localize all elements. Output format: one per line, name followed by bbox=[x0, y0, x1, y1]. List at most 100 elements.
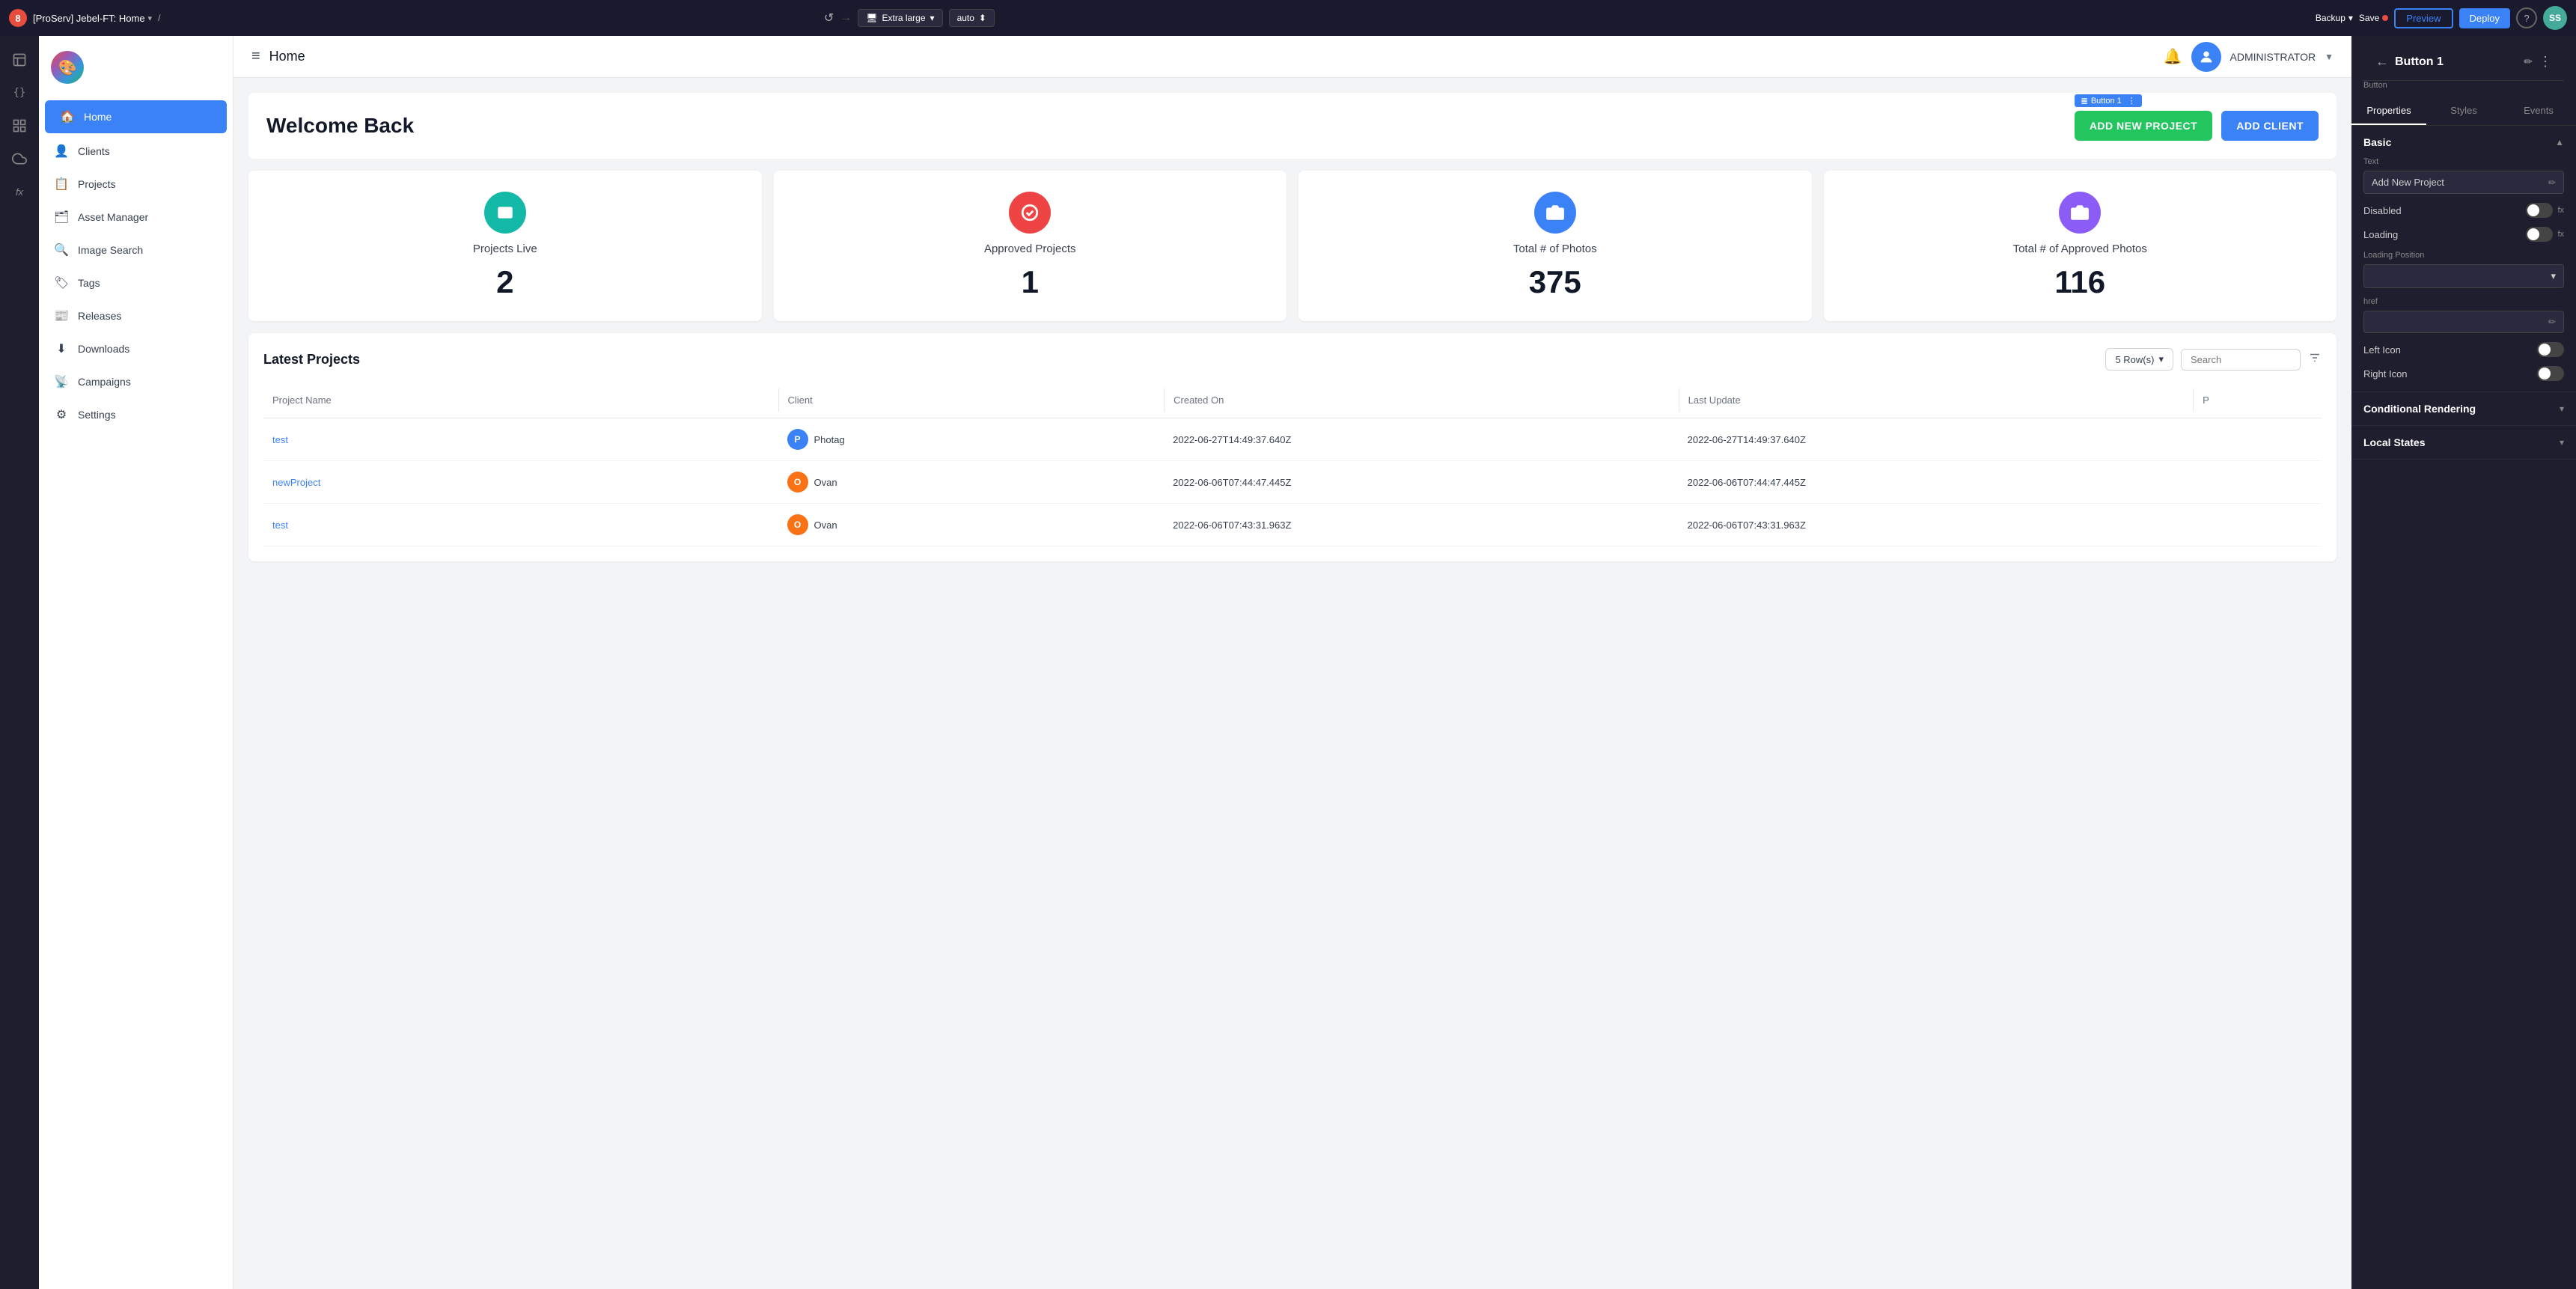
href-input[interactable]: ✏ bbox=[2363, 311, 2564, 333]
redo-button[interactable]: → bbox=[840, 11, 852, 25]
table-controls: 5 Row(s) ▾ bbox=[2105, 348, 2322, 371]
project-name-cell-1[interactable]: test bbox=[263, 427, 778, 453]
nav-item-campaigns-label: Campaigns bbox=[78, 376, 131, 388]
client-name-1: Photag bbox=[814, 434, 845, 445]
tab-events[interactable]: Events bbox=[2501, 97, 2576, 125]
project-name-cell-3[interactable]: test bbox=[263, 512, 778, 538]
content-topnav-right: 🔔 ADMINISTRATOR ▼ bbox=[2164, 42, 2334, 72]
tab-properties[interactable]: Properties bbox=[2351, 97, 2426, 125]
save-button[interactable]: Save bbox=[2359, 13, 2388, 23]
nav-item-releases[interactable]: 📰 Releases bbox=[39, 299, 233, 332]
help-button[interactable]: ? bbox=[2516, 7, 2537, 28]
nav-item-home[interactable]: 🏠 Home bbox=[45, 100, 227, 133]
nav-item-settings-label: Settings bbox=[78, 409, 116, 421]
text-field-edit-icon[interactable]: ✏ bbox=[2548, 177, 2556, 188]
loading-position-dropdown[interactable]: ▾ bbox=[2363, 264, 2564, 288]
loading-toggle[interactable] bbox=[2526, 227, 2553, 242]
disabled-fx-label[interactable]: fx bbox=[2557, 206, 2564, 215]
dashboard: Welcome Back Button 1 ⋮ ADD NEW PROJECT … bbox=[234, 78, 2351, 576]
device-label: Extra large bbox=[882, 13, 926, 23]
text-field-input[interactable]: Add New Project ✏ bbox=[2363, 171, 2564, 194]
auto-chevron-icon: ⬍ bbox=[979, 13, 986, 23]
sidebar-components-icon[interactable] bbox=[4, 111, 34, 141]
save-label: Save bbox=[2359, 13, 2379, 23]
back-button[interactable]: ← bbox=[2375, 54, 2389, 70]
disabled-label: Disabled bbox=[2363, 205, 2402, 216]
button-tag-more-icon[interactable]: ⋮ bbox=[2128, 96, 2136, 106]
table-card: Latest Projects 5 Row(s) ▾ Proje bbox=[248, 333, 2337, 561]
user-avatar[interactable]: SS bbox=[2543, 6, 2567, 30]
backup-button[interactable]: Backup ▾ bbox=[2316, 13, 2353, 23]
welcome-buttons: Button 1 ⋮ ADD NEW PROJECT ADD CLIENT bbox=[2075, 111, 2319, 141]
filter-icon[interactable] bbox=[2308, 351, 2322, 368]
sidebar-function-icon[interactable]: fx bbox=[4, 177, 34, 207]
conditional-rendering-section[interactable]: Conditional Rendering ▾ bbox=[2351, 392, 2576, 426]
rows-selector[interactable]: 5 Row(s) ▾ bbox=[2105, 348, 2173, 371]
text-field-label: Text bbox=[2363, 157, 2564, 166]
edit-title-button[interactable]: ✏ bbox=[2524, 55, 2533, 68]
loading-position-field: Loading Position ▾ bbox=[2363, 251, 2564, 288]
nav-item-settings[interactable]: ⚙ Settings bbox=[39, 398, 233, 431]
releases-icon: 📰 bbox=[54, 308, 69, 323]
disabled-toggle[interactable] bbox=[2526, 203, 2553, 218]
downloads-icon: ⬇ bbox=[54, 341, 69, 356]
content-topnav: ≡ Home 🔔 ADMINISTRATOR ▼ bbox=[234, 36, 2351, 78]
nav-sidebar: 🎨 🏠 Home 👤 Clients 📋 Projects 🗂 Asset Ma… bbox=[39, 36, 234, 1289]
auto-selector[interactable]: auto ⬍ bbox=[949, 9, 995, 27]
col-header-extra: P bbox=[2193, 388, 2322, 412]
loading-toggle-right: fx bbox=[2526, 227, 2564, 242]
local-states-section[interactable]: Local States ▾ bbox=[2351, 426, 2576, 460]
last-update-cell-2: 2022-06-06T07:44:47.445Z bbox=[1679, 469, 2194, 496]
admin-chevron-icon[interactable]: ▼ bbox=[2325, 52, 2334, 62]
nav-item-tags[interactable]: 🏷 Tags bbox=[39, 266, 233, 299]
sidebar-code-icon[interactable]: {} bbox=[4, 78, 34, 108]
col-header-project-name: Project Name bbox=[263, 388, 778, 412]
href-edit-icon[interactable]: ✏ bbox=[2548, 317, 2556, 327]
nav-item-clients[interactable]: 👤 Clients bbox=[39, 135, 233, 168]
sidebar-page-icon[interactable] bbox=[4, 45, 34, 75]
clients-icon: 👤 bbox=[54, 144, 69, 159]
nav-item-campaigns[interactable]: 📡 Campaigns bbox=[39, 365, 233, 398]
undo-button[interactable]: ↺ bbox=[824, 10, 834, 25]
panel-more-button[interactable]: ⋮ bbox=[2539, 54, 2552, 70]
left-icon-toggle[interactable] bbox=[2537, 342, 2564, 357]
table-row: test P Photag 2022-06-27T14:49:37.640Z 2… bbox=[263, 418, 2322, 461]
client-cell-2: O Ovan bbox=[778, 464, 1165, 500]
nav-item-asset-manager[interactable]: 🗂 Asset Manager bbox=[39, 201, 233, 234]
project-name-cell-2[interactable]: newProject bbox=[263, 469, 778, 496]
topbar-badge: 8 bbox=[9, 9, 27, 27]
image-search-icon: 🔍 bbox=[54, 243, 69, 258]
home-icon: 🏠 bbox=[60, 109, 75, 124]
created-on-cell-3: 2022-06-06T07:43:31.963Z bbox=[1164, 512, 1679, 538]
search-input[interactable] bbox=[2181, 349, 2301, 371]
loading-fx-label[interactable]: fx bbox=[2557, 230, 2564, 239]
stat-card-projects-live: Projects Live 2 bbox=[248, 171, 762, 321]
left-icon-label: Left Icon bbox=[2363, 344, 2401, 356]
extra-cell-2 bbox=[2193, 475, 2322, 490]
nav-item-downloads[interactable]: ⬇ Downloads bbox=[39, 332, 233, 365]
device-selector[interactable]: 🖥 Extra large ▾ bbox=[858, 9, 942, 27]
nav-item-asset-manager-label: Asset Manager bbox=[78, 211, 148, 223]
topbar-title-chevron[interactable]: ▾ bbox=[148, 13, 153, 23]
nav-item-downloads-label: Downloads bbox=[78, 343, 129, 355]
monitor-icon: 🖥 bbox=[866, 13, 877, 23]
client-avatar-1: P bbox=[787, 429, 808, 450]
panel-title: Button 1 bbox=[2395, 55, 2518, 69]
preview-button[interactable]: Preview bbox=[2394, 8, 2453, 28]
add-client-button[interactable]: ADD CLIENT bbox=[2221, 111, 2319, 141]
backup-chevron-icon: ▾ bbox=[2348, 13, 2353, 23]
notification-bell-icon[interactable]: 🔔 bbox=[2164, 47, 2182, 66]
right-icon-toggle[interactable] bbox=[2537, 366, 2564, 381]
nav-item-image-search[interactable]: 🔍 Image Search bbox=[39, 234, 233, 266]
sidebar-cloud-icon[interactable] bbox=[4, 144, 34, 174]
add-new-project-button[interactable]: ADD NEW PROJECT bbox=[2075, 111, 2212, 141]
nav-item-projects[interactable]: 📋 Projects bbox=[39, 168, 233, 201]
href-field: href ✏ bbox=[2363, 297, 2564, 333]
hamburger-menu-icon[interactable]: ≡ bbox=[251, 48, 260, 65]
tab-styles[interactable]: Styles bbox=[2426, 97, 2501, 125]
client-name-2: Ovan bbox=[814, 477, 837, 488]
basic-section-header[interactable]: Basic ▲ bbox=[2363, 136, 2564, 148]
save-dot-indicator bbox=[2382, 15, 2388, 21]
deploy-button[interactable]: Deploy bbox=[2459, 8, 2510, 28]
client-cell-3: O Ovan bbox=[778, 507, 1165, 543]
